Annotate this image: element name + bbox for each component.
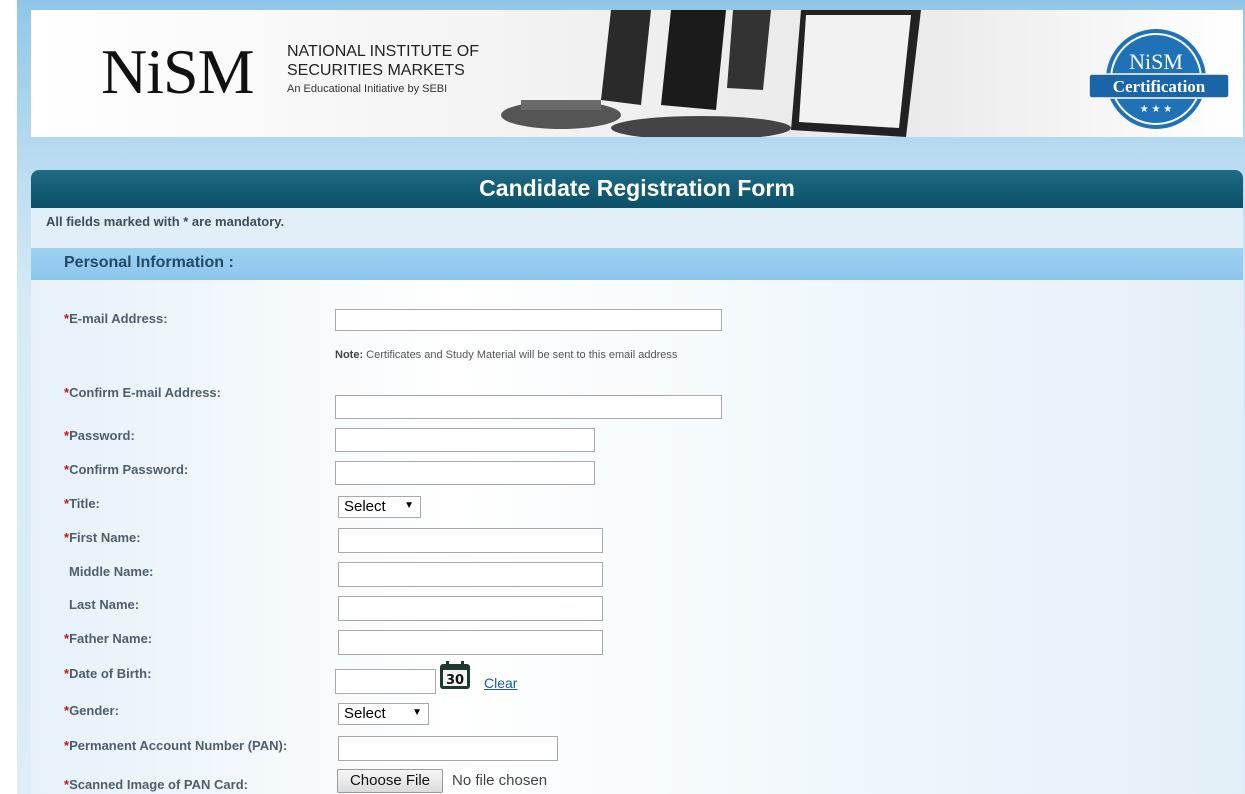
middle-name-field[interactable] [338, 562, 603, 587]
svg-text:30: 30 [446, 673, 464, 688]
password-label: *Password: [64, 428, 135, 443]
confirm-password-label: *Confirm Password: [64, 462, 189, 477]
registration-form-panel: Candidate Registration Form All fields m… [31, 170, 1243, 794]
form-title: Candidate Registration Form [31, 170, 1243, 208]
pan-field[interactable] [338, 736, 558, 761]
section-bar: Personal Information : [31, 248, 1243, 280]
computer-monitors-image [501, 10, 921, 137]
institute-line1: NATIONAL INSTITUTE OF [287, 43, 480, 60]
first-name-field[interactable] [338, 528, 603, 553]
email-field[interactable] [335, 309, 722, 331]
dob-field[interactable] [335, 669, 436, 694]
last-name-field[interactable] [338, 596, 603, 621]
father-name-field[interactable] [338, 630, 603, 655]
dropdown-arrow-icon: ▼ [404, 500, 414, 511]
father-name-label: *Father Name: [64, 631, 153, 646]
file-status-text: No file chosen [452, 772, 548, 789]
confirm-email-label: *Confirm E-mail Address: [64, 385, 221, 400]
gender-select[interactable]: Select ▼ [338, 703, 429, 725]
password-field[interactable] [335, 428, 595, 452]
email-note: Note: Certificates and Study Material wi… [335, 349, 678, 361]
dropdown-arrow-icon: ▼ [412, 707, 422, 718]
pan-label: *Permanent Account Number (PAN): [64, 738, 288, 753]
header-banner: NiSM NATIONAL INSTITUTE OF SECURITIES MA… [31, 10, 1243, 137]
last-name-label: Last Name: [69, 597, 140, 612]
email-label: *E-mail Address: [64, 311, 168, 326]
title-label: *Title: [64, 496, 100, 511]
confirm-email-field[interactable] [335, 395, 722, 419]
section-title: Personal Information : [64, 254, 234, 271]
first-name-label: *First Name: [64, 530, 141, 545]
certification-badge-icon: NiSM Certification ★ ★ ★ [1088, 29, 1230, 129]
institute-tagline: An Educational Initiative by SEBI [287, 83, 448, 95]
calendar-icon[interactable]: 30 [439, 660, 471, 690]
confirm-password-field[interactable] [335, 461, 595, 485]
svg-text:NiSM: NiSM [1129, 49, 1183, 74]
pan-image-label: *Scanned Image of PAN Card: [64, 777, 248, 792]
dob-label: *Date of Birth: [64, 666, 152, 681]
choose-file-button[interactable]: Choose File [337, 769, 443, 793]
institute-name: NATIONAL INSTITUTE OF SECURITIES MARKETS… [287, 42, 479, 99]
institute-line2: SECURITIES MARKETS [287, 62, 465, 79]
svg-text:★ ★ ★: ★ ★ ★ [1140, 104, 1172, 115]
clear-dob-link[interactable]: Clear [484, 675, 517, 691]
svg-text:Certification: Certification [1113, 77, 1206, 96]
title-select[interactable]: Select ▼ [338, 496, 421, 518]
middle-name-label: Middle Name: [69, 564, 154, 579]
nism-logo: NiSM [101, 36, 254, 107]
mandatory-note: All fields marked with * are mandatory. [46, 214, 285, 229]
gender-label: *Gender: [64, 703, 119, 718]
